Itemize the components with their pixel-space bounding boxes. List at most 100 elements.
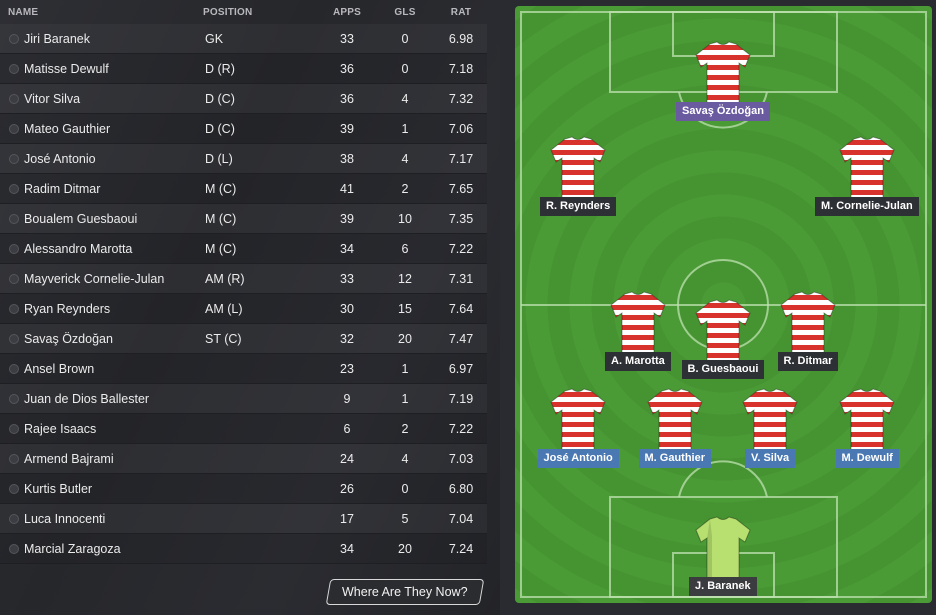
table-row[interactable]: Marcial Zaragoza 34 20 7.24 <box>0 534 487 564</box>
player-rating: 6.80 <box>448 482 474 496</box>
table-row[interactable]: Matisse Dewulf D (R) 36 0 7.18 <box>0 54 487 84</box>
table-row[interactable]: Juan de Dios Ballester 9 1 7.19 <box>0 384 487 414</box>
player-goals: 20 <box>398 332 412 346</box>
player-name-label[interactable]: V. Silva <box>745 449 796 468</box>
player-name[interactable]: Kurtis Butler <box>24 482 92 496</box>
player-apps: 23 <box>340 362 354 376</box>
table-row[interactable]: Radim Ditmar M (C) 41 2 7.65 <box>0 174 487 204</box>
status-dot-icon <box>9 124 19 134</box>
status-dot-icon <box>9 154 19 164</box>
status-dot-icon <box>9 34 19 44</box>
where-are-they-now-label: Where Are They Now? <box>342 585 468 599</box>
where-are-they-now-button[interactable]: Where Are They Now? <box>325 579 485 605</box>
player-rating: 7.32 <box>448 92 474 106</box>
table-row[interactable]: Mayverick Cornelie-Julan AM (R) 33 12 7.31 <box>0 264 487 294</box>
header-rat[interactable]: RAT <box>440 7 482 18</box>
player-name[interactable]: Armend Bajrami <box>24 452 114 466</box>
status-dot-icon <box>9 244 19 254</box>
player-name[interactable]: Alessandro Marotta <box>24 242 132 256</box>
player-name-label[interactable]: M. Dewulf <box>835 449 899 468</box>
player-apps: 30 <box>340 302 354 316</box>
player-position: AM (L) <box>205 302 243 316</box>
player-name-label[interactable]: A. Marotta <box>605 352 671 371</box>
player-rating: 7.35 <box>448 212 474 226</box>
player-rating: 6.98 <box>448 32 474 46</box>
player-name-label[interactable]: B. Guesbaoui <box>681 360 765 379</box>
table-header: NAME POSITION APPS GLS RAT <box>0 0 487 24</box>
status-dot-icon <box>9 544 19 554</box>
status-dot-icon <box>9 274 19 284</box>
table-row[interactable]: Kurtis Butler 26 0 6.80 <box>0 474 487 504</box>
status-dot-icon <box>9 304 19 314</box>
table-row[interactable]: Jiri Baranek GK 33 0 6.98 <box>0 24 487 54</box>
player-name[interactable]: Vitor Silva <box>24 92 80 106</box>
player-rating: 7.04 <box>448 512 474 526</box>
player-position: ST (C) <box>205 332 242 346</box>
table-row[interactable]: José Antonio D (L) 38 4 7.17 <box>0 144 487 174</box>
player-name-label[interactable]: José Antonio <box>537 449 619 468</box>
table-row[interactable]: Alessandro Marotta M (C) 34 6 7.22 <box>0 234 487 264</box>
player-goals: 15 <box>398 302 412 316</box>
player-name[interactable]: Marcial Zaragoza <box>24 542 121 556</box>
player-apps: 33 <box>340 32 354 46</box>
player-rating: 7.22 <box>448 422 474 436</box>
player-name[interactable]: Juan de Dios Ballester <box>24 392 149 406</box>
table-row[interactable]: Ansel Brown 23 1 6.97 <box>0 354 487 384</box>
player-rating: 7.22 <box>448 242 474 256</box>
player-rating: 7.31 <box>448 272 474 286</box>
player-apps: 32 <box>340 332 354 346</box>
player-name[interactable]: Jiri Baranek <box>24 32 90 46</box>
player-rating: 7.65 <box>448 182 474 196</box>
player-position: M (C) <box>205 242 237 256</box>
player-name[interactable]: Savaş Özdoğan <box>24 332 113 346</box>
player-name[interactable]: Ansel Brown <box>24 362 94 376</box>
header-apps[interactable]: APPS <box>326 7 368 18</box>
table-row[interactable]: Savaş Özdoğan ST (C) 32 20 7.47 <box>0 324 487 354</box>
player-position: M (C) <box>205 212 237 226</box>
player-name[interactable]: Mateo Gauthier <box>24 122 110 136</box>
status-dot-icon <box>9 214 19 224</box>
player-name[interactable]: Radim Ditmar <box>24 182 100 196</box>
table-row[interactable]: Boualem Guesbaoui M (C) 39 10 7.35 <box>0 204 487 234</box>
player-apps: 24 <box>340 452 354 466</box>
player-name[interactable]: Rajee Isaacs <box>24 422 96 436</box>
table-body: Jiri Baranek GK 33 0 6.98 Matisse Dewulf D (R)… <box>0 24 487 564</box>
table-row[interactable]: Ryan Reynders AM (L) 30 15 7.64 <box>0 294 487 324</box>
player-goals: 2 <box>401 182 409 196</box>
player-name[interactable]: Ryan Reynders <box>24 302 110 316</box>
player-position: D (C) <box>205 122 235 136</box>
header-position[interactable]: POSITION <box>203 7 252 18</box>
player-apps: 39 <box>340 122 354 136</box>
player-name-label[interactable]: M. Gauthier <box>638 449 712 468</box>
player-goals: 1 <box>401 392 409 406</box>
status-dot-icon <box>9 94 19 104</box>
player-goals: 6 <box>401 242 409 256</box>
player-name-label[interactable]: J. Baranek <box>689 577 757 596</box>
player-name-label[interactable]: M. Cornelie-Julan <box>815 197 919 216</box>
table-row[interactable]: Mateo Gauthier D (C) 39 1 7.06 <box>0 114 487 144</box>
player-name[interactable]: Luca Innocenti <box>24 512 105 526</box>
player-apps: 6 <box>343 422 351 436</box>
table-row[interactable]: Rajee Isaacs 6 2 7.22 <box>0 414 487 444</box>
player-name[interactable]: Matisse Dewulf <box>24 62 109 76</box>
squad-stats-table: NAME POSITION APPS GLS RAT Jiri Baranek G… <box>0 0 487 564</box>
header-name[interactable]: NAME <box>8 7 38 18</box>
player-rating: 7.19 <box>448 392 474 406</box>
player-position: M (C) <box>205 182 237 196</box>
table-row[interactable]: Vitor Silva D (C) 36 4 7.32 <box>0 84 487 114</box>
player-name-label[interactable]: R. Reynders <box>540 197 617 216</box>
player-apps: 17 <box>340 512 354 526</box>
table-row[interactable]: Luca Innocenti 17 5 7.04 <box>0 504 487 534</box>
player-name[interactable]: Boualem Guesbaoui <box>24 212 137 226</box>
player-goals: 4 <box>401 92 409 106</box>
player-rating: 7.24 <box>448 542 474 556</box>
table-row[interactable]: Armend Bajrami 24 4 7.03 <box>0 444 487 474</box>
player-rating: 6.97 <box>448 362 474 376</box>
player-name[interactable]: Mayverick Cornelie-Julan <box>24 272 164 286</box>
player-name[interactable]: José Antonio <box>24 152 96 166</box>
player-name-label[interactable]: Savaş Özdoğan <box>676 102 770 121</box>
header-gls[interactable]: GLS <box>384 7 426 18</box>
player-name-label[interactable]: R. Ditmar <box>777 352 839 371</box>
player-apps: 34 <box>340 242 354 256</box>
player-position: D (L) <box>205 152 233 166</box>
